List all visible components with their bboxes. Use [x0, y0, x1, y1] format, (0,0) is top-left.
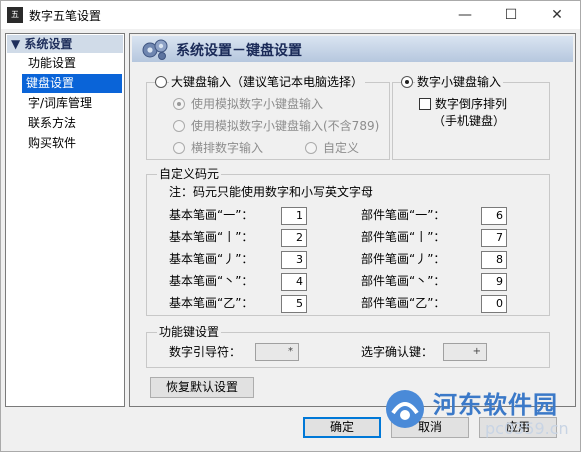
settings-tree: ▼ 系统设置 功能设置 键盘设置 字/词库管理 联系方法 购买软件 [5, 33, 125, 407]
basic-stroke-label: 基本笔画“一”： [169, 208, 254, 222]
basic-stroke-input[interactable]: 5 [281, 295, 307, 313]
panel-title: 系统设置－键盘设置 [176, 43, 302, 59]
tree-item-contact[interactable]: 联系方法 [24, 114, 80, 133]
component-stroke-input[interactable]: 6 [481, 207, 507, 225]
custom-radio[interactable] [305, 142, 317, 154]
basic-stroke-label: 基本笔画“丿”： [169, 252, 254, 266]
tree-header-system[interactable]: ▼ 系统设置 [7, 35, 123, 53]
custom-label: 自定义 [323, 141, 360, 155]
site-watermark: 河东软件园 pc0359.cn [381, 385, 577, 449]
component-stroke-label: 部件笔画“丶”： [361, 274, 446, 288]
component-stroke-label: 部件笔画“丨”： [361, 230, 446, 244]
close-button[interactable]: ✕ [534, 1, 580, 29]
basic-stroke-input[interactable]: 4 [281, 273, 307, 291]
window-title: 数字五笔设置 [29, 9, 102, 23]
basic-stroke-input[interactable]: 1 [281, 207, 307, 225]
lead-char-label: 数字引导符： [169, 345, 242, 359]
reverse-order-checkbox[interactable] [419, 98, 431, 110]
component-stroke-input[interactable]: 0 [481, 295, 507, 313]
big-keyboard-label: 大键盘输入（建议笔记本电脑选择） [169, 75, 366, 89]
simulated-numpad-radio[interactable] [173, 98, 185, 110]
phone-keyboard-label: （手机键盘） [433, 114, 506, 128]
confirm-key-label: 选字确认键： [361, 345, 434, 359]
title-bar: 五 数字五笔设置 — ☐ ✕ [1, 1, 580, 29]
reverse-order-label: 数字倒序排列 [435, 97, 508, 111]
component-stroke-label: 部件笔画“乙”： [361, 296, 446, 310]
simulated-numpad-label: 使用模拟数字小键盘输入 [191, 97, 324, 111]
big-keyboard-radio[interactable] [155, 76, 167, 88]
custom-codes-group: 自定义码元 注：码元只能使用数字和小写英文字母 基本笔画“一”： 1 基本笔画“… [146, 167, 550, 316]
numpad-group: 数字小键盘输入 数字倒序排列 （手机键盘） [392, 75, 550, 160]
watermark-logo-icon [386, 390, 424, 428]
horizontal-numbers-label: 横排数字输入 [191, 141, 264, 155]
custom-codes-legend: 自定义码元 [157, 167, 222, 181]
component-stroke-input[interactable]: 7 [481, 229, 507, 247]
lead-char-input[interactable]: * [255, 343, 299, 361]
keyboard-settings-panel: 系统设置－键盘设置 大键盘输入（建议笔记本电脑选择） 使用模拟数字小键盘输入 使… [129, 33, 576, 407]
restore-defaults-button[interactable]: 恢复默认设置 [150, 377, 254, 398]
horizontal-numbers-radio[interactable] [173, 142, 185, 154]
function-keys-group: 功能键设置 数字引导符： * 选字确认键： + [146, 325, 550, 368]
watermark-text: 河东软件园 [433, 391, 558, 419]
component-stroke-label: 部件笔画“一”： [361, 208, 446, 222]
component-stroke-input[interactable]: 9 [481, 273, 507, 291]
tree-item-function[interactable]: 功能设置 [24, 54, 80, 73]
basic-stroke-label: 基本笔画“丨”： [169, 230, 254, 244]
minimize-button[interactable]: — [442, 1, 488, 29]
component-stroke-label: 部件笔画“丿”： [361, 252, 446, 266]
simulated-numpad-no789-radio[interactable] [173, 120, 185, 132]
component-stroke-input[interactable]: 8 [481, 251, 507, 269]
app-icon: 五 [7, 7, 23, 23]
custom-codes-note: 注：码元只能使用数字和小写英文字母 [169, 185, 374, 199]
numpad-label: 数字小键盘输入 [415, 75, 504, 89]
basic-stroke-label: 基本笔画“丶”： [169, 274, 254, 288]
numpad-radio[interactable] [401, 76, 413, 88]
tree-item-purchase[interactable]: 购买软件 [24, 134, 80, 153]
basic-stroke-input[interactable]: 2 [281, 229, 307, 247]
simulated-numpad-no789-label: 使用模拟数字小键盘输入(不含789) [191, 119, 380, 133]
basic-stroke-label: 基本笔画“乙”： [169, 296, 254, 310]
maximize-button[interactable]: ☐ [488, 1, 534, 29]
basic-stroke-input[interactable]: 3 [281, 251, 307, 269]
tree-item-keyboard[interactable]: 键盘设置 [22, 74, 122, 93]
ok-button[interactable]: 确定 [303, 417, 381, 438]
confirm-key-input[interactable]: + [443, 343, 487, 361]
function-keys-legend: 功能键设置 [157, 325, 222, 339]
watermark-url: pc0359.cn [485, 419, 569, 438]
panel-header: 系统设置－键盘设置 [132, 36, 573, 62]
settings-window: 五 数字五笔设置 — ☐ ✕ ▼ 系统设置 功能设置 键盘设置 字/词库管理 联… [0, 0, 581, 452]
gears-icon [142, 39, 168, 60]
tree-item-dictionary[interactable]: 字/词库管理 [24, 94, 96, 113]
big-keyboard-group: 大键盘输入（建议笔记本电脑选择） 使用模拟数字小键盘输入 使用模拟数字小键盘输入… [146, 75, 390, 160]
